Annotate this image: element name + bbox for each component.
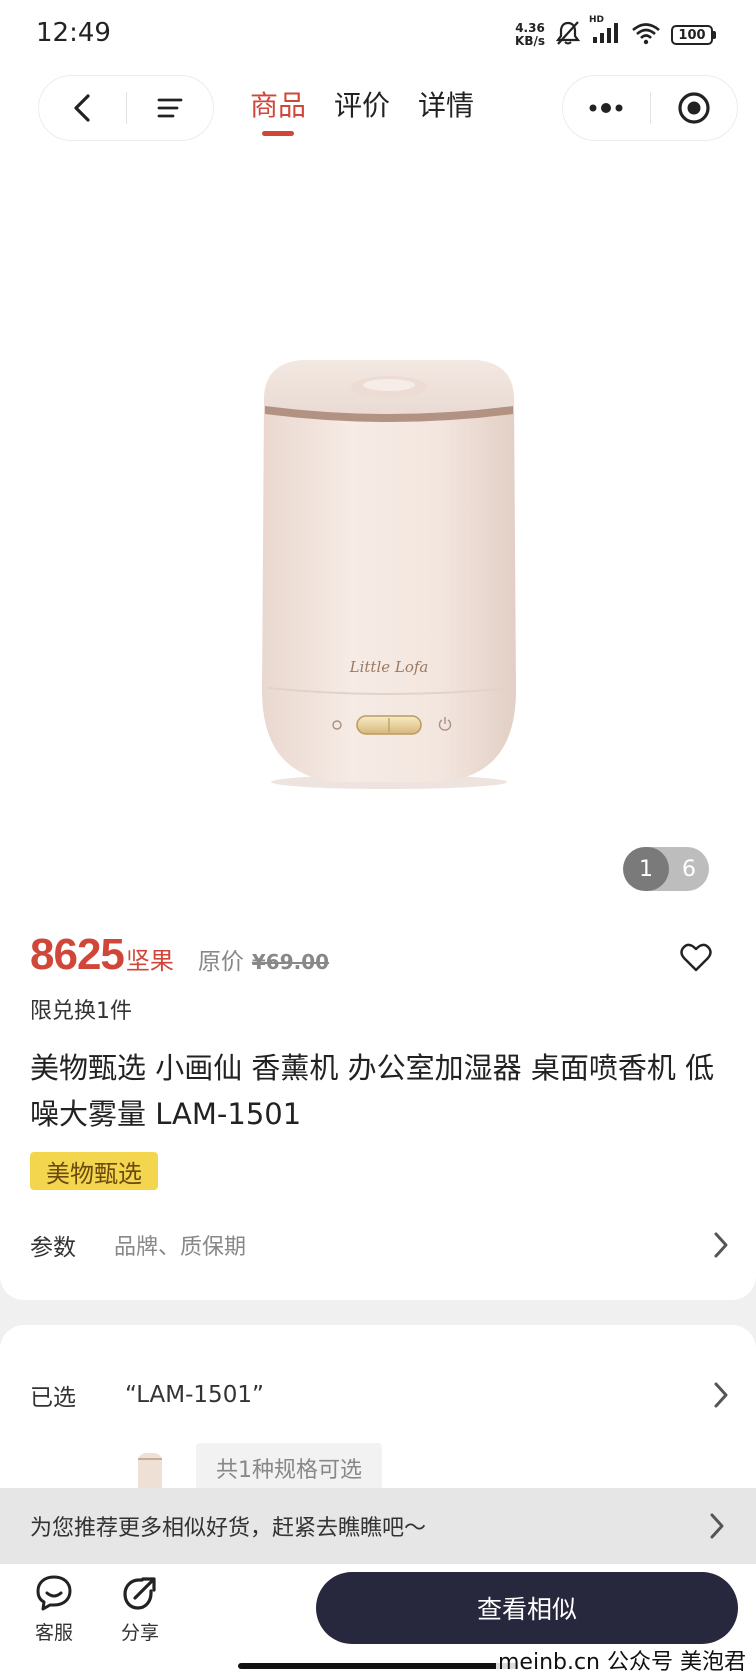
- status-time: 12:49: [36, 18, 111, 48]
- favorite-button[interactable]: [680, 942, 712, 974]
- menu-lines-icon: [157, 98, 183, 118]
- nav-tabs: 商品 评价 详情: [250, 84, 474, 136]
- battery-icon: 100: [671, 25, 716, 45]
- chevron-right-icon: [714, 1382, 728, 1408]
- gallery-page-indicator: 1 6: [623, 847, 709, 891]
- tab-product[interactable]: 商品: [250, 84, 306, 136]
- original-price: ¥69.00: [251, 950, 330, 974]
- status-icons: 4.36 KB/s HD 100: [515, 15, 716, 50]
- heart-icon: [680, 943, 712, 972]
- chevron-right-icon: [710, 1513, 724, 1539]
- params-row[interactable]: 参数 品牌、质保期: [30, 1225, 730, 1265]
- total-pages: 6: [682, 856, 696, 882]
- nav-capsule-left: [38, 75, 214, 141]
- watermark: meinb.cn 公众号 美泡君: [495, 1644, 748, 1676]
- menu-button[interactable]: [127, 76, 214, 140]
- spec-count: 共1种规格可选: [196, 1443, 382, 1493]
- customer-service-button[interactable]: 客服: [24, 1574, 84, 1645]
- params-value: 品牌、质保期: [114, 1235, 247, 1260]
- product-gallery[interactable]: Little Lofa 1 6: [0, 150, 756, 910]
- more-button[interactable]: [563, 76, 650, 140]
- recommend-text: 为您推荐更多相似好货，赶紧去瞧瞧吧～: [30, 1516, 427, 1541]
- current-page: 1: [623, 847, 669, 891]
- product-title: 美物甄选 小画仙 香薰机 办公室加湿器 桌面喷香机 低噪大雾量 LAM-1501: [30, 1051, 715, 1131]
- nav-bar: 商品 评价 详情: [0, 70, 756, 150]
- exchange-limit: 限兑换1件: [30, 999, 132, 1024]
- selected-label: 已选: [30, 1385, 76, 1411]
- signal-icon: HD: [589, 15, 621, 49]
- share-icon: [123, 1577, 156, 1610]
- wifi-icon: [631, 21, 661, 49]
- mute-bell-icon: [555, 20, 581, 50]
- target-circle-icon: [678, 92, 710, 124]
- selected-spec-row[interactable]: 已选 “LAM-1501”: [30, 1375, 730, 1415]
- product-card: Little Lofa 1 6 8625 坚果 原价 ¥69.00 限兑换1件 …: [0, 150, 756, 1300]
- original-price-label: 原价: [197, 949, 244, 975]
- price-unit: 坚果: [125, 947, 174, 975]
- back-arrow-icon: [74, 94, 90, 122]
- miniprogram-capsule: [562, 75, 738, 141]
- tab-reviews[interactable]: 评价: [334, 84, 390, 136]
- selected-value: “LAM-1501”: [125, 1382, 264, 1408]
- chat-bubble-icon: [36, 1575, 72, 1611]
- svg-text:Little Lofa: Little Lofa: [349, 658, 429, 676]
- recommend-bar[interactable]: 为您推荐更多相似好货，赶紧去瞧瞧吧～: [0, 1488, 756, 1564]
- price-row: 8625 坚果 原价 ¥69.00: [30, 930, 329, 980]
- network-speed: 4.36 KB/s: [515, 21, 545, 48]
- status-bar: 12:49 4.36 KB/s HD 100: [0, 0, 756, 70]
- tab-details[interactable]: 详情: [418, 84, 474, 136]
- more-dots-icon: [589, 103, 623, 113]
- home-indicator[interactable]: [238, 1663, 518, 1669]
- product-tag: 美物甄选: [30, 1152, 158, 1190]
- params-label: 参数: [30, 1235, 76, 1261]
- share-button[interactable]: 分享: [110, 1574, 170, 1645]
- product-image: Little Lofa: [262, 360, 516, 789]
- view-similar-button[interactable]: 查看相似: [316, 1572, 738, 1644]
- customer-service-label: 客服: [34, 1622, 73, 1644]
- back-button[interactable]: [39, 76, 126, 140]
- close-miniprogram-button[interactable]: [651, 76, 738, 140]
- share-label: 分享: [120, 1622, 159, 1644]
- price-value: 8625: [30, 930, 125, 979]
- chevron-right-icon: [714, 1232, 728, 1258]
